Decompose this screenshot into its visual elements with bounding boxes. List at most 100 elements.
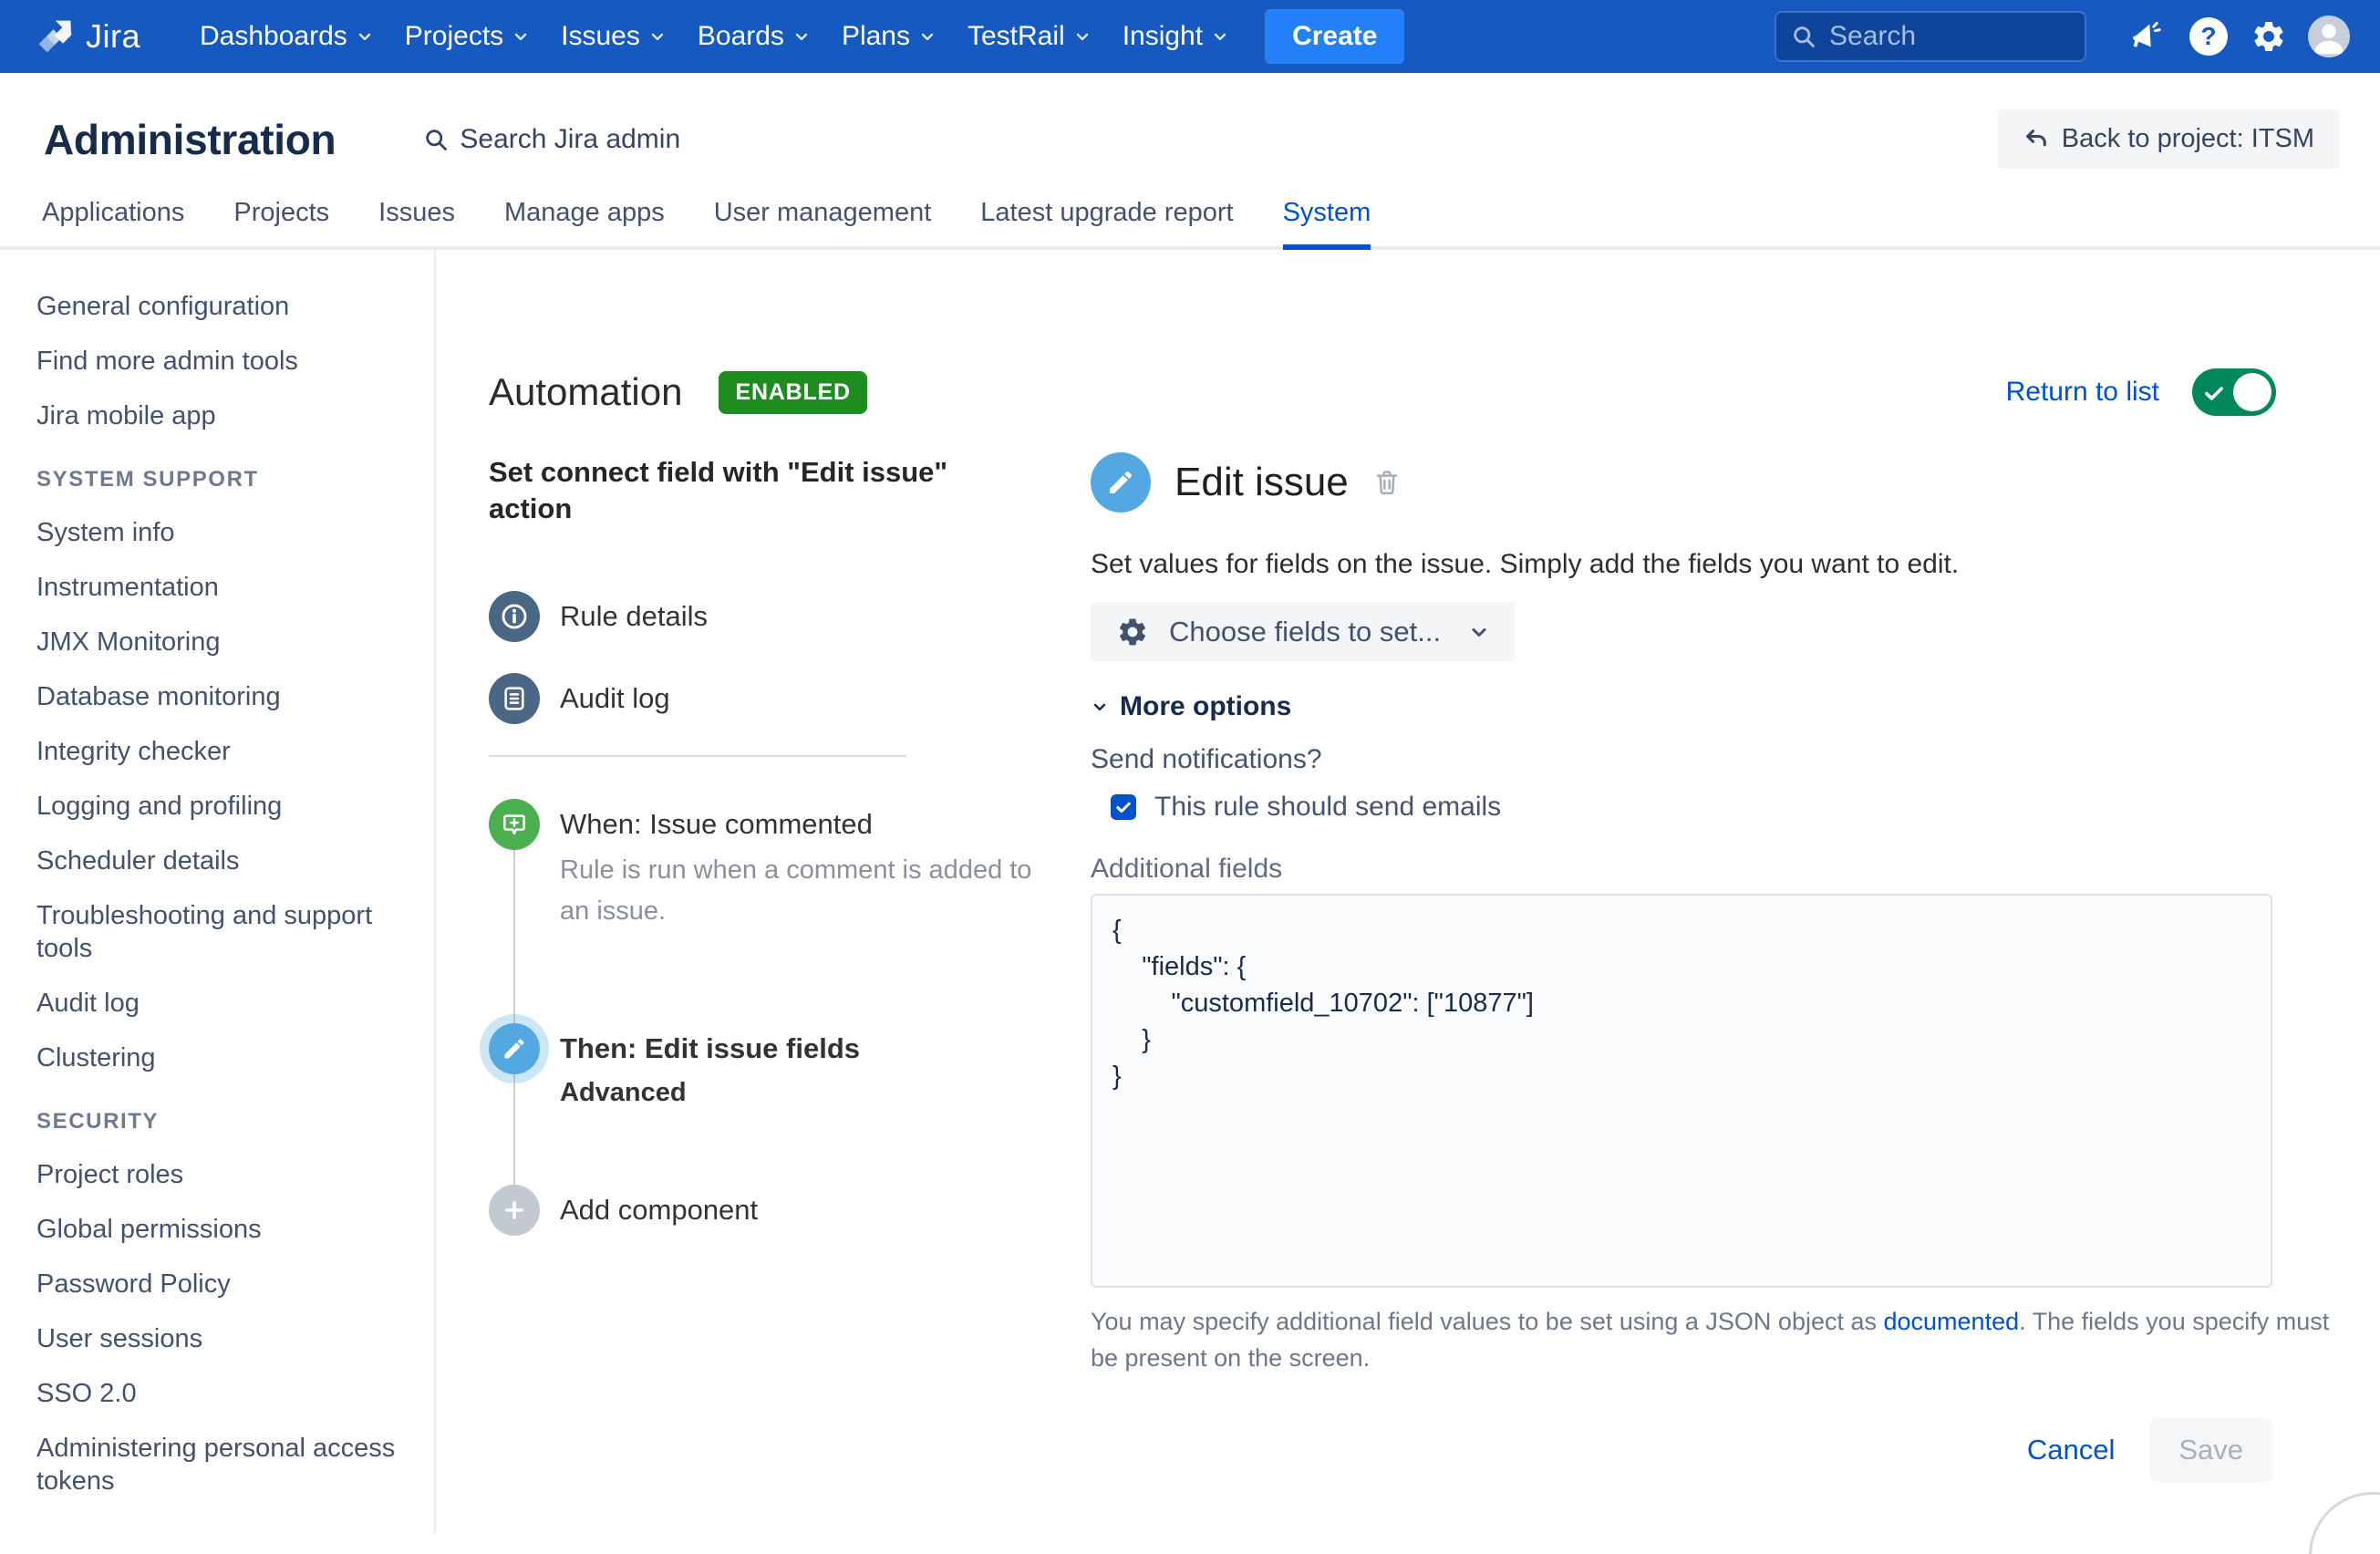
action-title: Edit issue bbox=[1174, 460, 1349, 505]
nav-issues[interactable]: Issues bbox=[545, 0, 682, 73]
sidebar-item-system-info[interactable]: System info bbox=[36, 516, 401, 549]
nav-testrail-label: TestRail bbox=[968, 21, 1065, 52]
sidebar-item-project-roles[interactable]: Project roles bbox=[36, 1158, 401, 1191]
jira-logo[interactable]: Jira bbox=[35, 16, 140, 57]
sidebar-item-personal-access-tokens[interactable]: Administering personal access tokens bbox=[36, 1432, 401, 1497]
documented-link[interactable]: documented bbox=[1884, 1308, 2020, 1335]
delete-action-button[interactable] bbox=[1372, 468, 1402, 497]
save-button[interactable]: Save bbox=[2149, 1418, 2272, 1482]
gear-icon bbox=[2251, 18, 2287, 55]
chevron-down-icon bbox=[1468, 621, 1490, 643]
sidebar-item-database-monitoring[interactable]: Database monitoring bbox=[36, 680, 401, 713]
sidebar-item-sso[interactable]: SSO 2.0 bbox=[36, 1377, 401, 1410]
global-search[interactable] bbox=[1775, 11, 2086, 62]
sidebar-item-scheduler-details[interactable]: Scheduler details bbox=[36, 844, 401, 877]
send-emails-option[interactable]: This rule should send emails bbox=[1111, 792, 2276, 823]
sidebar-item-jmx-monitoring[interactable]: JMX Monitoring bbox=[36, 626, 401, 658]
announcement-button[interactable] bbox=[2125, 13, 2172, 60]
sidebar-heading-system-support: SYSTEM SUPPORT bbox=[36, 467, 412, 492]
nav-insight[interactable]: Insight bbox=[1107, 0, 1245, 73]
global-search-input[interactable] bbox=[1829, 21, 2048, 52]
tab-latest-upgrade-report[interactable]: Latest upgrade report bbox=[980, 192, 1233, 246]
tab-projects[interactable]: Projects bbox=[233, 192, 329, 246]
cancel-button[interactable]: Cancel bbox=[2027, 1434, 2116, 1466]
timeline-when-item[interactable]: When: Issue commented Rule is run when a… bbox=[489, 799, 1091, 932]
sidebar-item-instrumentation[interactable]: Instrumentation bbox=[36, 571, 401, 604]
nav-boards-label: Boards bbox=[698, 21, 784, 52]
rule-summary-column: Automation ENABLED Set connect field wit… bbox=[489, 367, 1091, 1534]
sidebar-item-password-policy[interactable]: Password Policy bbox=[36, 1268, 401, 1300]
chevron-down-icon bbox=[512, 27, 530, 46]
chevron-down-icon bbox=[792, 27, 811, 46]
tab-system[interactable]: System bbox=[1283, 192, 1371, 250]
check-icon bbox=[2202, 381, 2226, 405]
nav-plans-label: Plans bbox=[842, 21, 910, 52]
trash-icon bbox=[1372, 468, 1402, 497]
person-icon bbox=[2308, 16, 2350, 57]
then-subtitle: Advanced bbox=[560, 1078, 1034, 1108]
chevron-down-icon bbox=[648, 27, 667, 46]
add-component-item[interactable]: Add component bbox=[489, 1185, 1091, 1236]
chevron-down-icon bbox=[1091, 698, 1109, 716]
return-to-list-link[interactable]: Return to list bbox=[2006, 377, 2159, 408]
nav-issues-label: Issues bbox=[561, 21, 640, 52]
when-description: Rule is run when a comment is added to a… bbox=[560, 850, 1034, 932]
chevron-down-icon bbox=[1211, 27, 1229, 46]
sidebar-item-find-more-admin-tools[interactable]: Find more admin tools bbox=[36, 345, 401, 378]
nav-testrail[interactable]: TestRail bbox=[952, 0, 1107, 73]
sidebar-item-global-permissions[interactable]: Global permissions bbox=[36, 1213, 401, 1246]
sidebar-item-clustering[interactable]: Clustering bbox=[36, 1041, 401, 1074]
nav-dashboards-label: Dashboards bbox=[200, 21, 347, 52]
nav-projects-label: Projects bbox=[405, 21, 503, 52]
sidebar-item-integrity-checker[interactable]: Integrity checker bbox=[36, 735, 401, 768]
more-options-toggle[interactable]: More options bbox=[1091, 691, 2276, 722]
sidebar-item-general-configuration[interactable]: General configuration bbox=[36, 290, 401, 323]
back-to-project-button[interactable]: Back to project: ITSM bbox=[1998, 109, 2340, 169]
brand-name: Jira bbox=[86, 17, 140, 56]
choose-fields-button[interactable]: Choose fields to set... bbox=[1091, 602, 1516, 662]
help-glyph: ? bbox=[2200, 22, 2216, 51]
sidebar-item-logging-and-profiling[interactable]: Logging and profiling bbox=[36, 790, 401, 823]
footnote-text: You may specify additional field values … bbox=[1091, 1308, 1884, 1335]
info-circle-icon bbox=[489, 591, 540, 642]
sidebar-item-troubleshooting[interactable]: Troubleshooting and support tools bbox=[36, 899, 401, 965]
tab-issues[interactable]: Issues bbox=[378, 192, 455, 246]
tab-user-management[interactable]: User management bbox=[714, 192, 932, 246]
rule-details-link[interactable]: Rule details bbox=[489, 591, 1091, 642]
search-icon bbox=[423, 127, 449, 152]
create-button[interactable]: Create bbox=[1265, 9, 1404, 64]
checkbox-checked[interactable] bbox=[1111, 794, 1136, 820]
search-icon bbox=[1791, 24, 1816, 49]
sidebar-item-user-sessions[interactable]: User sessions bbox=[36, 1322, 401, 1355]
gear-icon bbox=[1116, 616, 1149, 648]
nav-dashboards[interactable]: Dashboards bbox=[184, 0, 389, 73]
page-body: General configuration Find more admin to… bbox=[0, 250, 2380, 1534]
toggle-knob bbox=[2233, 373, 2271, 411]
sidebar-item-audit-log[interactable]: Audit log bbox=[36, 987, 401, 1020]
nav-projects[interactable]: Projects bbox=[389, 0, 545, 73]
nav-plans[interactable]: Plans bbox=[826, 0, 952, 73]
nav-boards[interactable]: Boards bbox=[682, 0, 826, 73]
additional-fields-textarea[interactable]: { "fields": { "customfield_10702": ["108… bbox=[1091, 894, 2272, 1288]
return-arrow-icon bbox=[2023, 127, 2049, 152]
sidebar-item-jira-mobile-app[interactable]: Jira mobile app bbox=[36, 399, 401, 432]
pencil-icon bbox=[1091, 452, 1151, 513]
check-icon bbox=[1114, 798, 1133, 816]
send-emails-label: This rule should send emails bbox=[1154, 792, 1501, 823]
admin-header: Administration Search Jira admin Back to… bbox=[0, 73, 2380, 192]
settings-button[interactable] bbox=[2245, 13, 2292, 60]
pencil-icon bbox=[489, 1023, 540, 1074]
admin-search-label: Search Jira admin bbox=[460, 124, 680, 155]
chevron-down-icon bbox=[356, 27, 374, 46]
more-options-label: More options bbox=[1120, 691, 1291, 722]
user-menu-button[interactable] bbox=[2305, 13, 2353, 60]
tab-manage-apps[interactable]: Manage apps bbox=[504, 192, 665, 246]
timeline-then-item[interactable]: Then: Edit issue fields Advanced bbox=[489, 1023, 1091, 1108]
page-title: Administration bbox=[44, 115, 336, 164]
rule-timeline: When: Issue commented Rule is run when a… bbox=[489, 781, 1091, 1236]
audit-log-link[interactable]: Audit log bbox=[489, 673, 1091, 724]
tab-applications[interactable]: Applications bbox=[42, 192, 184, 246]
admin-search[interactable]: Search Jira admin bbox=[423, 124, 680, 155]
rule-enabled-toggle[interactable] bbox=[2192, 368, 2276, 416]
help-button[interactable]: ? bbox=[2185, 13, 2232, 60]
